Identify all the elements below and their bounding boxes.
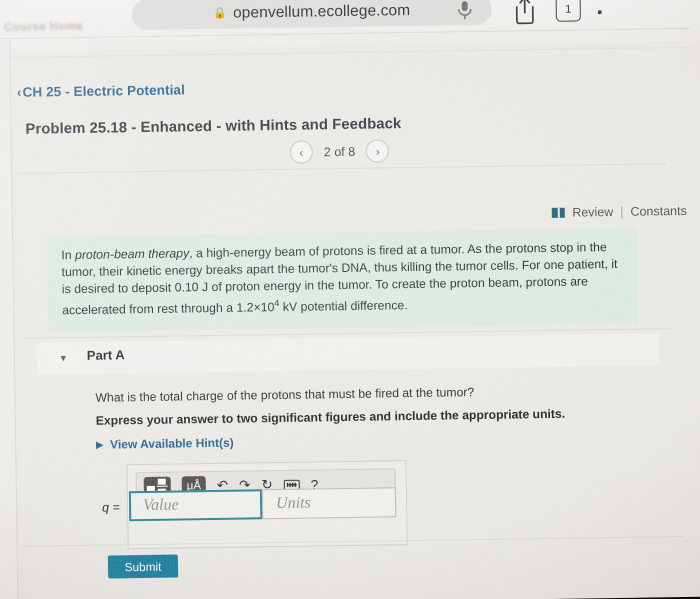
course-home-faded-label: Course Home [3, 20, 84, 35]
review-separator: | [620, 204, 624, 219]
units-input[interactable]: Units [261, 487, 397, 520]
part-a-question: What is the total charge of the protons … [95, 385, 475, 405]
book-icon [552, 207, 566, 218]
part-a-label: Part A [86, 347, 125, 363]
review-constants-bar: Review | Constants [552, 204, 687, 220]
review-link[interactable]: Review [572, 205, 613, 220]
part-a-header-band[interactable] [36, 333, 660, 375]
more-dot-icon[interactable] [597, 10, 602, 15]
page-title: Problem 25.18 - Enhanced - with Hints an… [25, 116, 402, 138]
answer-variable-label: q = [102, 500, 120, 515]
constants-link[interactable]: Constants [630, 204, 686, 219]
photographed-screen: 🔒 openvellum.ecollege.com 1 Course Home [0, 0, 700, 599]
breadcrumb[interactable]: ‹CH 25 - Electric Potential [17, 82, 185, 99]
divider-top [18, 163, 667, 174]
next-problem-button[interactable]: › [365, 139, 390, 163]
browser-window: 🔒 openvellum.ecollege.com 1 Course Home [0, 0, 700, 599]
value-input[interactable]: Value [128, 489, 263, 522]
part-a-instruction: Express your answer to two significant f… [95, 406, 566, 428]
share-icon[interactable] [512, 0, 538, 25]
statement-emphasis: proton-beam therapy [74, 246, 190, 262]
problem-pager: ‹ 2 of 8 › [289, 139, 390, 164]
prev-problem-button[interactable]: ‹ [289, 140, 314, 164]
tab-count-label: 1 [564, 3, 572, 16]
hint-expand-caret-icon: ▶ [96, 439, 104, 450]
lock-icon: 🔒 [213, 7, 228, 20]
chrome-divider-top [0, 27, 691, 40]
url-text: openvellum.ecollege.com [232, 1, 411, 22]
part-a-collapse-caret-icon[interactable]: ▼ [59, 353, 68, 363]
breadcrumb-label[interactable]: CH 25 - Electric Potential [22, 82, 185, 99]
address-bar[interactable]: 🔒 openvellum.ecollege.com [131, 0, 492, 31]
breadcrumb-back-chevron-icon[interactable]: ‹ [17, 85, 22, 100]
view-hints-link[interactable]: ▶ View Available Hint(s) [96, 436, 234, 452]
problem-page-count: 2 of 8 [323, 144, 356, 159]
microphone-icon[interactable] [456, 0, 474, 20]
tab-count-button[interactable]: 1 [555, 0, 581, 22]
page-content: ‹CH 25 - Electric Potential Problem 25.1… [10, 41, 700, 599]
value-placeholder: Value [142, 496, 179, 515]
units-placeholder: Units [275, 494, 311, 513]
submit-button[interactable]: Submit [107, 554, 179, 579]
statement-part-3: kV potential difference. [279, 298, 408, 315]
view-hints-label: View Available Hint(s) [109, 435, 234, 452]
statement-part-1: In [61, 248, 76, 263]
problem-statement: In proton-beam therapy, a high-energy be… [47, 227, 639, 333]
